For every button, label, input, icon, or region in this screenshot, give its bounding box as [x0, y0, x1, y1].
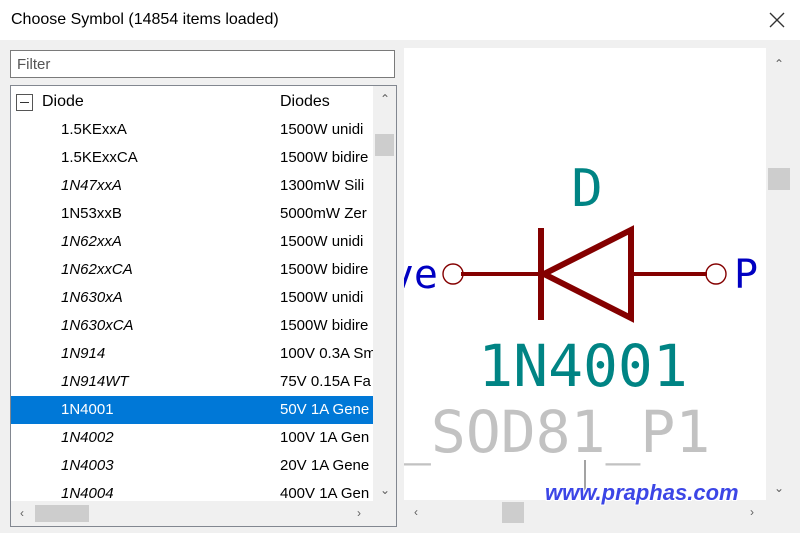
filter-input[interactable]	[11, 51, 394, 77]
scroll-thumb[interactable]	[768, 168, 790, 190]
scroll-down-icon[interactable]: ⌄	[377, 482, 393, 498]
symbol-description: 1500W bidire	[280, 261, 369, 278]
scroll-corner	[767, 500, 792, 525]
symbol-description: 1500W bidire	[280, 149, 369, 166]
pin-name-left: ve	[404, 252, 438, 298]
symbol-name: 1N914WT	[61, 373, 129, 390]
window-title: Choose Symbol (14854 items loaded)	[11, 11, 279, 28]
symbol-description: 1500W unidi	[280, 233, 364, 250]
symbol-name: 1N4002	[61, 429, 114, 446]
diode-triangle	[537, 225, 634, 323]
symbol-row[interactable]: 1N914WT 75V 0.15A Fa	[11, 368, 373, 396]
scroll-left-icon[interactable]: ‹	[408, 504, 424, 520]
symbol-description: 5000mW Zer	[280, 205, 367, 222]
symbol-row[interactable]: 1.5KExxCA 1500W bidire	[11, 144, 373, 172]
symbol-description: 1500W unidi	[280, 121, 364, 138]
symbol-row[interactable]: 1N4003 20V 1A Gene	[11, 452, 373, 480]
symbol-name: 1N47xxA	[61, 177, 122, 194]
footprint-field: _SOD81_P1	[404, 398, 710, 466]
symbol-row[interactable]: 1N630xCA 1500W bidire	[11, 312, 373, 340]
symbol-canvas: D ve P 1N4001 _SOD81_P1	[404, 159, 758, 496]
scroll-thumb[interactable]	[35, 505, 89, 522]
value-field: 1N4001	[478, 332, 688, 400]
symbol-name: 1N4003	[61, 457, 114, 474]
scroll-up-icon[interactable]: ⌃	[377, 91, 393, 107]
scroll-down-icon[interactable]: ⌄	[771, 480, 787, 496]
symbol-row[interactable]: 1N4001 50V 1A Gene	[11, 396, 373, 424]
title-bar: Choose Symbol (14854 items loaded)	[0, 0, 800, 40]
library-group-row[interactable]: Diode Diodes	[11, 88, 373, 116]
symbol-name: 1N62xxCA	[61, 261, 133, 278]
scroll-corner	[373, 501, 396, 526]
symbol-name: 1N630xCA	[61, 317, 134, 334]
symbol-description: 1500W bidire	[280, 317, 369, 334]
symbol-row[interactable]: 1N62xxA 1500W unidi	[11, 228, 373, 256]
scroll-up-icon[interactable]: ⌃	[771, 56, 787, 72]
scroll-thumb[interactable]	[502, 502, 524, 523]
symbol-description: 1300mW Sili	[280, 177, 365, 194]
symbol-tree[interactable]: Diode Diodes 1.5KExxA 1500W unidi 1.5KExxC…	[10, 85, 397, 527]
symbol-description: 50V 1A Gene	[280, 401, 370, 418]
scroll-right-icon[interactable]: ›	[351, 505, 367, 521]
scroll-thumb[interactable]	[375, 134, 394, 156]
symbol-description: 100V 0.3A Sm	[280, 345, 373, 362]
tree-vertical-scrollbar[interactable]: ⌃ ⌄	[373, 86, 396, 501]
symbol-row[interactable]: 1N47xxA 1300mW Sili	[11, 172, 373, 200]
symbol-description: 100V 1A Gen	[280, 429, 370, 446]
reference-designator: D	[571, 159, 602, 219]
symbol-description: 20V 1A Gene	[280, 457, 370, 474]
symbol-name: 1N4001	[61, 401, 114, 418]
symbol-name: 1N62xxA	[61, 233, 122, 250]
collapse-icon[interactable]	[16, 94, 33, 111]
pin-end-left	[442, 263, 464, 285]
symbol-row[interactable]: 1N630xA 1500W unidi	[11, 284, 373, 312]
symbol-name: 1.5KExxCA	[61, 149, 138, 166]
group-name: Diode	[42, 93, 84, 110]
symbol-name: 1N630xA	[61, 289, 123, 306]
group-description: Diodes	[280, 93, 330, 110]
symbol-row[interactable]: 1N62xxCA 1500W bidire	[11, 256, 373, 284]
symbol-row[interactable]: 1.5KExxA 1500W unidi	[11, 116, 373, 144]
symbol-name: 1N914	[61, 345, 106, 362]
symbol-name: 1N53xxB	[61, 205, 122, 222]
watermark: www.praphas.com	[545, 480, 739, 505]
symbol-description: 1500W unidi	[280, 289, 364, 306]
pin-name-right: P	[734, 252, 758, 298]
symbol-row[interactable]: 1N4002 100V 1A Gen	[11, 424, 373, 452]
pin-end-right	[705, 263, 727, 285]
close-button[interactable]	[760, 4, 794, 36]
scroll-left-icon[interactable]: ‹	[14, 505, 30, 521]
filter-field[interactable]	[10, 50, 395, 78]
tree-horizontal-scrollbar[interactable]: ‹ ›	[11, 501, 373, 526]
scroll-right-icon[interactable]: ›	[744, 504, 760, 520]
close-icon	[769, 12, 785, 28]
symbol-preview[interactable]: D ve P 1N4001 _SOD81_P1	[404, 48, 766, 500]
symbol-row[interactable]: 1N914 100V 0.3A Sm	[11, 340, 373, 368]
preview-vertical-scrollbar[interactable]: ⌃ ⌄	[767, 48, 792, 500]
symbol-row[interactable]: 1N53xxB 5000mW Zer	[11, 200, 373, 228]
symbol-description: 75V 0.15A Fa	[280, 373, 371, 390]
symbol-name: 1.5KExxA	[61, 121, 127, 138]
